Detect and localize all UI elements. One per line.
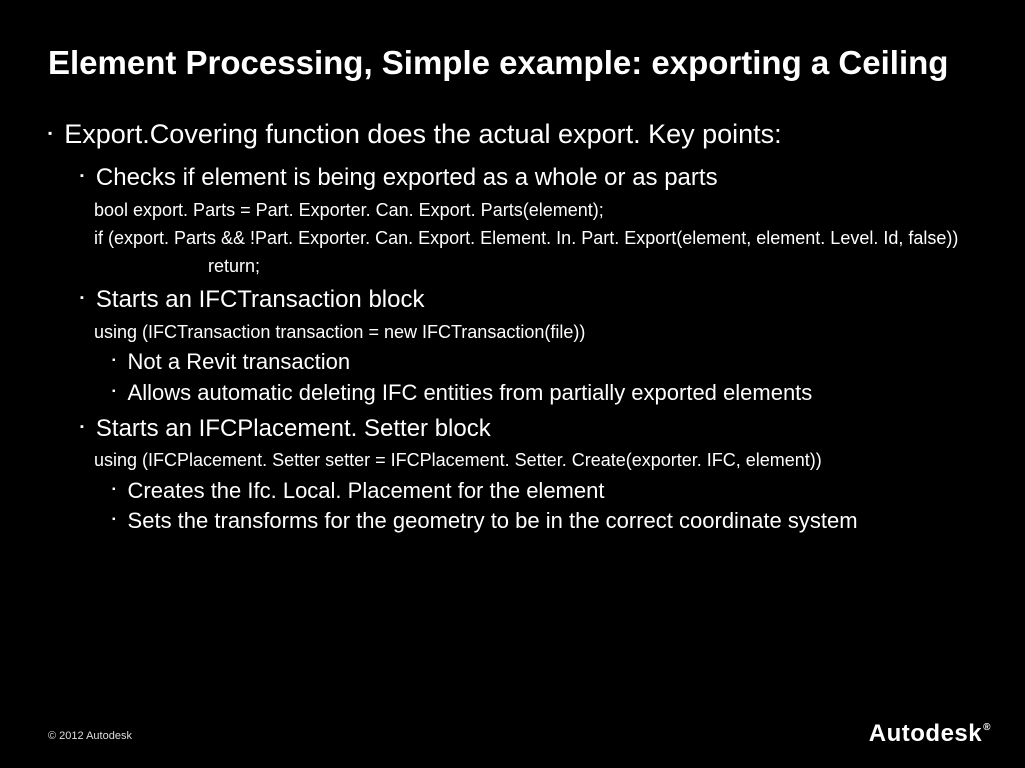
autodesk-logo: Autodesk ® — [869, 720, 991, 748]
code-line: using (IFCTransaction transaction = new … — [94, 320, 977, 344]
bullet-level-2: ▪ Starts an IFCTransaction block — [80, 284, 977, 315]
bullet-level-3: ▪ Allows automatic deleting IFC entities… — [112, 379, 977, 408]
bullet-text: Checks if element is being exported as a… — [96, 162, 718, 193]
logo-text: Autodesk — [869, 720, 982, 748]
bullet-marker-icon: ▪ — [112, 387, 116, 397]
slide-title: Element Processing, Simple example: expo… — [48, 42, 977, 83]
bullet-text: Creates the Ifc. Local. Placement for th… — [128, 477, 605, 506]
bullet-marker-icon: ▪ — [80, 293, 84, 304]
code-line: bool export. Parts = Part. Exporter. Can… — [94, 198, 977, 222]
bullet-marker-icon: ▪ — [80, 171, 84, 182]
slide: Element Processing, Simple example: expo… — [0, 0, 1025, 768]
bullet-text: Starts an IFCTransaction block — [96, 284, 425, 315]
registered-icon: ® — [983, 722, 991, 733]
bullet-text: Allows automatic deleting IFC entities f… — [128, 379, 813, 408]
bullet-text: Starts an IFCPlacement. Setter block — [96, 413, 491, 444]
bullet-level-2: ▪ Starts an IFCPlacement. Setter block — [80, 413, 977, 444]
bullet-marker-icon: ▪ — [48, 127, 52, 139]
bullet-marker-icon: ▪ — [112, 356, 116, 366]
bullet-marker-icon: ▪ — [112, 515, 116, 525]
bullet-text: Sets the transforms for the geometry to … — [128, 507, 858, 536]
bullet-level-3: ▪ Creates the Ifc. Local. Placement for … — [112, 477, 977, 506]
bullet-level-3: ▪ Sets the transforms for the geometry t… — [112, 507, 977, 536]
bullet-text: Not a Revit transaction — [128, 348, 351, 377]
copyright-text: © 2012 Autodesk — [48, 730, 132, 742]
code-line: using (IFCPlacement. Setter setter = IFC… — [94, 448, 977, 472]
code-line: if (export. Parts && !Part. Exporter. Ca… — [94, 226, 977, 250]
bullet-level-3: ▪ Not a Revit transaction — [112, 348, 977, 377]
bullet-marker-icon: ▪ — [80, 422, 84, 433]
bullet-text: Export.Covering function does the actual… — [64, 117, 781, 152]
bullet-level-1: ▪ Export.Covering function does the actu… — [48, 117, 977, 152]
bullet-marker-icon: ▪ — [112, 485, 116, 495]
code-line: return; — [208, 254, 977, 278]
bullet-level-2: ▪ Checks if element is being exported as… — [80, 162, 977, 193]
